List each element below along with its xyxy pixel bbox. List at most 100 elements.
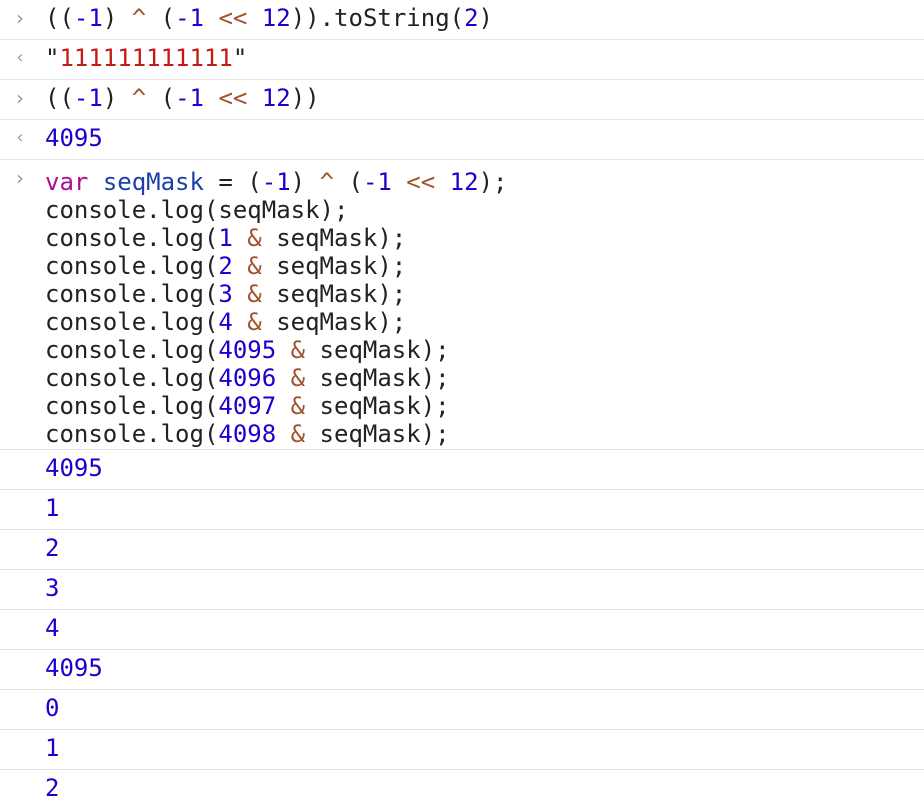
code-token-text: console.log(seqMask); — [45, 196, 349, 224]
devtools-console[interactable]: › ((-1) ^ (-1 << 12)).toString(2) ‹ "111111… — [0, 0, 924, 812]
log-value: 4095 — [45, 654, 103, 682]
code-token-text: ) — [102, 4, 132, 32]
code-token-number: 2 — [464, 4, 479, 32]
code-line: console.log(3 & seqMask); — [45, 280, 507, 308]
code-line: var seqMask = (-1) ^ (-1 << 12); — [45, 168, 507, 196]
code-token-operator: & — [247, 308, 262, 336]
code-token-text: seqMask); — [261, 252, 407, 280]
log-value: 1 — [45, 734, 60, 762]
code-token-text: seqMask); — [305, 336, 450, 364]
code-token-operator: ^ — [131, 84, 147, 112]
code-token-identifier: seqMask — [102, 168, 204, 196]
code-token-number: -1 — [362, 168, 392, 196]
code-token-text: seqMask); — [261, 308, 407, 336]
code-text: ((-1) ^ (-1 << 12)) — [45, 84, 320, 112]
console-log-entry[interactable]: 2 — [0, 530, 924, 570]
log-output: 2 — [45, 534, 59, 562]
code-token-operator: << — [406, 168, 436, 196]
code-token-text: console.log( — [45, 280, 219, 308]
code-token-text: console.log( — [45, 420, 219, 448]
code-token-text: ) — [102, 84, 132, 112]
code-token-text: ( — [146, 84, 176, 112]
console-result-entry[interactable]: ‹ 4095 — [0, 120, 924, 160]
code-token-number: 4097 — [218, 392, 277, 420]
console-log-entry[interactable]: 2 — [0, 770, 924, 810]
code-token-number: -1 — [175, 4, 204, 32]
code-token-operator: & — [290, 392, 306, 420]
console-log-entry[interactable]: 4 — [0, 610, 924, 650]
log-output: 1 — [45, 734, 59, 762]
code-token-number: -1 — [261, 168, 291, 196]
code-line: console.log(1 & seqMask); — [45, 224, 507, 252]
code-token-text: = ( — [203, 168, 262, 196]
console-log-entry[interactable]: 3 — [0, 570, 924, 610]
code-token-operator: & — [290, 336, 306, 364]
result-arrow-icon: ‹ — [16, 47, 24, 68]
log-value: 0 — [45, 694, 60, 722]
code-token-operator: << — [218, 4, 248, 32]
log-value: 1 — [45, 494, 60, 522]
code-token-text: seqMask); — [261, 280, 407, 308]
code-token-operator: & — [290, 364, 306, 392]
code-text: var seqMask = (-1) ^ (-1 << 12); console.… — [45, 168, 507, 448]
code-token-operator: ^ — [319, 168, 335, 196]
code-token-number: 12 — [261, 4, 291, 32]
code-token-operator: & — [247, 224, 262, 252]
code-line: console.log(4096 & seqMask); — [45, 364, 507, 392]
code-token-text: console.log( — [45, 308, 219, 336]
code-token-text: ) — [290, 168, 320, 196]
log-output: 4095 — [45, 654, 103, 682]
console-log-entry[interactable]: 4095 — [0, 650, 924, 690]
code-token-text: seqMask); — [305, 364, 450, 392]
code-token-text: console.log( — [45, 224, 219, 252]
code-token-text: ( — [334, 168, 363, 196]
code-token-operator: ^ — [131, 4, 147, 32]
console-log-entry[interactable]: 1 — [0, 490, 924, 530]
code-token-text: console.log( — [45, 252, 219, 280]
code-token-number: 3 — [218, 280, 233, 308]
console-input-entry[interactable]: › var seqMask = (-1) ^ (-1 << 12); console… — [0, 160, 924, 450]
log-output: 3 — [45, 574, 59, 602]
log-output: 1 — [45, 494, 59, 522]
code-token-number: 4098 — [218, 420, 277, 448]
log-value: 2 — [45, 774, 60, 802]
code-text: ((-1) ^ (-1 << 12)).toString(2) — [45, 4, 493, 32]
code-token-text: seqMask); — [261, 224, 407, 252]
code-token-number: 1 — [218, 224, 233, 252]
code-line: console.log(4098 & seqMask); — [45, 420, 507, 448]
code-line: console.log(seqMask); — [45, 196, 507, 224]
code-token-text: " — [45, 44, 60, 72]
code-token-text: console.log( — [45, 364, 219, 392]
code-text: "111111111111" — [45, 44, 247, 72]
code-token-number: 12 — [261, 84, 291, 112]
code-token-operator: << — [218, 84, 248, 112]
code-token-text: seqMask); — [305, 392, 450, 420]
code-token-text: ) — [478, 4, 493, 32]
code-token-operator: & — [247, 280, 262, 308]
console-log-entry[interactable]: 1 — [0, 730, 924, 770]
console-log-entry[interactable]: 4095 — [0, 450, 924, 490]
console-input-entry[interactable]: › ((-1) ^ (-1 << 12)) — [0, 80, 924, 120]
code-token-text: console.log( — [45, 336, 219, 364]
code-token-text: )) — [290, 84, 320, 112]
code-text: 4095 — [45, 124, 103, 152]
code-token-number: 4095 — [218, 336, 277, 364]
console-log-entry[interactable]: 0 — [0, 690, 924, 730]
prompt-chevron-icon: › — [16, 86, 24, 110]
console-result-entry[interactable]: ‹ "111111111111" — [0, 40, 924, 80]
console-input-entry[interactable]: › ((-1) ^ (-1 << 12)).toString(2) — [0, 0, 924, 40]
